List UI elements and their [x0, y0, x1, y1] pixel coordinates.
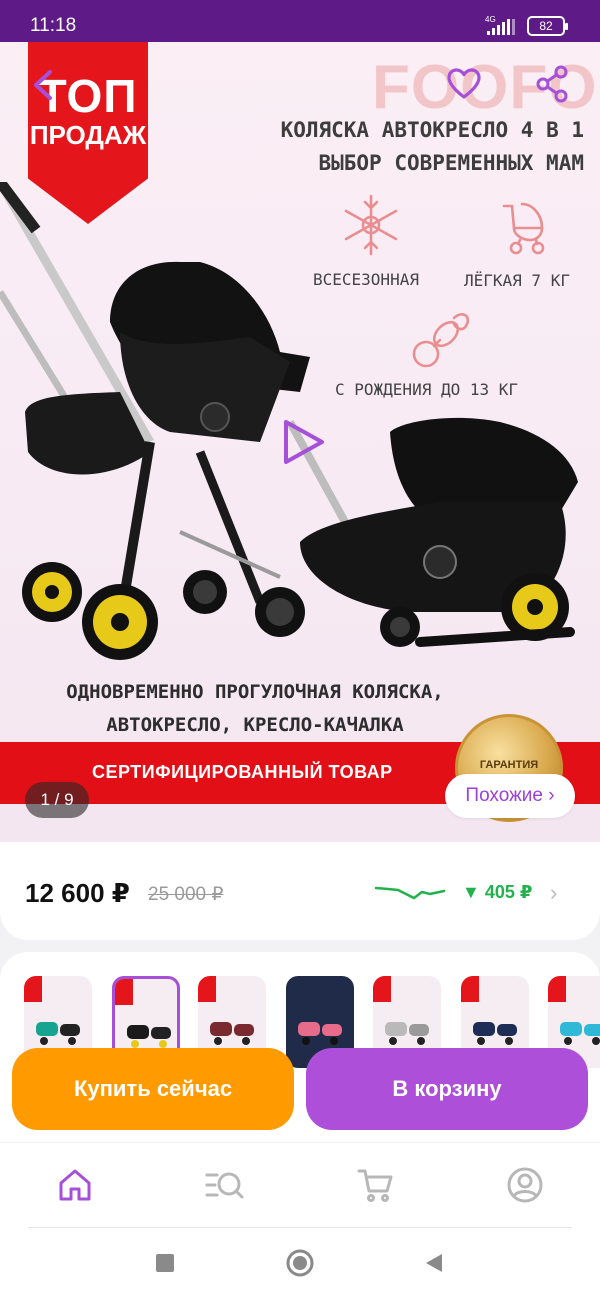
recent-apps-icon[interactable]: [155, 1253, 175, 1273]
favorite-heart-icon[interactable]: [446, 66, 482, 102]
share-icon[interactable]: [534, 64, 570, 104]
signal-icon: [487, 19, 515, 35]
chevron-right-icon[interactable]: ›: [550, 880, 557, 906]
price-trend-sparkline: [374, 886, 446, 900]
back-arrow-icon[interactable]: [28, 66, 60, 104]
similar-products-button[interactable]: Похожие ›: [445, 774, 575, 818]
product-image-gallery[interactable]: ТОП ПРОДАЖ FOOFOO КОЛЯСКА АВТОКРЕСЛО 4 В…: [0, 42, 600, 842]
image-caption: ОДНОВРЕМЕННО ПРОГУЛОЧНАЯ КОЛЯСКА, АВТОКР…: [0, 676, 510, 742]
image-headline: КОЛЯСКА АВТОКРЕСЛО 4 В 1 ВЫБОР СОВРЕМЕНН…: [281, 114, 584, 180]
system-navigation-bar: [0, 1229, 600, 1299]
caption-line-1: ОДНОВРЕМЕННО ПРОГУЛОЧНАЯ КОЛЯСКА,: [66, 681, 444, 703]
catalog-search-icon[interactable]: [205, 1165, 245, 1205]
play-video-icon[interactable]: [278, 416, 328, 468]
add-to-cart-button[interactable]: В корзину: [306, 1048, 588, 1130]
caption-line-2: АВТОКРЕСЛО, КРЕСЛО-КАЧАЛКА: [106, 714, 404, 736]
status-bar: 11:18 4G 82: [0, 0, 600, 42]
seal-text: ГАРАНТИЯ: [479, 759, 539, 771]
badge-line-2: ПРОДАЖ: [29, 120, 147, 150]
home-system-icon[interactable]: [286, 1249, 314, 1277]
buy-now-button[interactable]: Купить сейчас: [12, 1048, 294, 1130]
certified-text: СЕРТИФИЦИРОВАННЫЙ ТОВАР: [92, 762, 393, 782]
headline-line-2: ВЫБОР СОВРЕМЕННЫХ МАМ: [318, 151, 584, 175]
divider: [28, 1227, 572, 1228]
bottom-navigation: [0, 1143, 600, 1229]
back-system-icon[interactable]: [424, 1252, 444, 1274]
current-price: 12 600 ₽: [25, 878, 130, 908]
cart-icon[interactable]: [355, 1165, 395, 1205]
clock: 11:18: [30, 15, 77, 36]
headline-line-1: КОЛЯСКА АВТОКРЕСЛО 4 В 1: [280, 118, 584, 142]
old-price: 25 000 ₽: [148, 884, 224, 905]
price-section[interactable]: 12 600 ₽ 25 000 ₽ ▼ 405 ₽ ›: [0, 842, 600, 940]
profile-icon[interactable]: [505, 1165, 545, 1205]
price-drop: ▼ 405 ₽: [462, 882, 533, 902]
image-counter: 1 / 9: [25, 782, 89, 818]
battery-indicator: 82: [527, 16, 568, 36]
home-icon[interactable]: [55, 1165, 95, 1205]
